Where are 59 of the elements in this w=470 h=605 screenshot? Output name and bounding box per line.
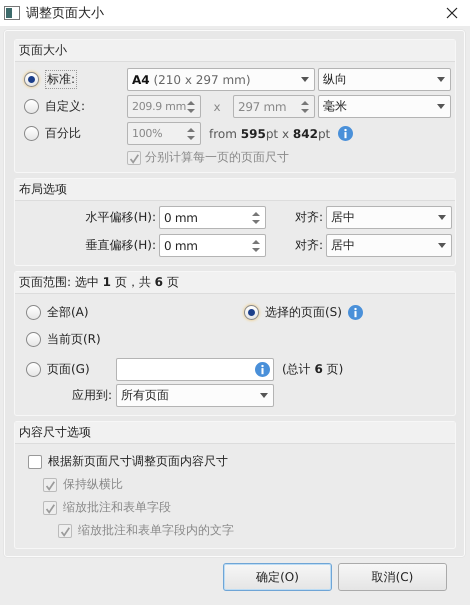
checkbox-label: 分别计算每一页的页面尺寸: [145, 149, 289, 166]
close-icon[interactable]: [446, 7, 458, 19]
radio-button[interactable]: [26, 362, 41, 377]
dropdown-caret-icon: [260, 393, 268, 398]
align-dropdown[interactable]: 居中: [326, 206, 452, 229]
section-header: 页面范围: 选中 1 页，共 6 页: [15, 272, 455, 294]
spin-arrows-icon: [252, 210, 260, 224]
checkbox[interactable]: [28, 454, 42, 468]
checkbox-label: 缩放批注和表单字段: [63, 499, 171, 516]
radio-label: 全部(A): [47, 304, 89, 321]
info-icon: [348, 305, 363, 320]
orientation-dropdown[interactable]: 纵向: [318, 68, 451, 91]
offset-label: 垂直偏移(H):: [84, 237, 156, 254]
dialog-button[interactable]: 确定(O): [223, 563, 332, 591]
radio-label: 自定义:: [45, 98, 86, 115]
apply-to-dropdown[interactable]: 所有页面: [116, 384, 274, 407]
radio-button[interactable]: [26, 332, 41, 347]
dialog-button[interactable]: 取消(C): [338, 563, 447, 591]
pages-input-field[interactable]: [116, 358, 274, 381]
radio-label: 选择的页面(S): [265, 304, 342, 321]
offset-spinbox[interactable]: 0 mm: [159, 234, 266, 257]
app-icon: [4, 6, 20, 20]
apply-to-label: 应用到:: [70, 387, 113, 404]
total-pages-text: (总计 6 页): [282, 361, 344, 378]
spin-arrows-icon: [187, 126, 195, 140]
source-size-text: from 595pt x 842pt: [209, 126, 330, 140]
dropdown-caret-icon: [437, 104, 445, 109]
checkbox-label: 缩放批注和表单字段内的文字: [78, 522, 234, 539]
radio-button[interactable]: [24, 99, 39, 114]
spin-arrows-icon: [187, 100, 195, 114]
radio-label: 百分比: [45, 125, 81, 142]
section-header: 布局选项: [15, 179, 455, 201]
window-title: 调整页面大小: [26, 5, 105, 22]
info-icon: [338, 126, 354, 141]
offset-spinbox[interactable]: 0 mm: [159, 206, 266, 229]
times-sign: x: [212, 100, 222, 114]
dropdown-caret-icon: [301, 77, 309, 82]
radio-label: 页面(G): [47, 361, 90, 378]
size-dropdown[interactable]: A4 (210 x 297 mm): [127, 68, 315, 91]
radio-label: 当前页(R): [47, 331, 101, 348]
offset-label: 水平偏移(H):: [84, 209, 156, 226]
radio-button[interactable]: [24, 126, 39, 141]
align-label: 对齐:: [294, 209, 323, 226]
section-header: 页面大小: [15, 40, 455, 62]
radio-button[interactable]: [24, 72, 39, 87]
radio-button[interactable]: [26, 305, 41, 320]
radio-button[interactable]: [244, 305, 259, 320]
align-label: 对齐:: [294, 237, 323, 254]
spin-arrows-icon: [252, 238, 260, 252]
dropdown-caret-icon: [437, 77, 445, 82]
radio-label: 标准:: [45, 70, 78, 89]
dropdown-caret-icon: [438, 243, 446, 248]
checkbox-label: 根据新页面尺寸调整页面内容尺寸: [48, 453, 228, 470]
checkbox-label: 保持纵横比: [63, 476, 123, 493]
spin-arrows-icon: [301, 100, 309, 114]
dropdown-caret-icon: [438, 215, 446, 220]
info-icon: [255, 362, 270, 377]
align-dropdown[interactable]: 居中: [326, 234, 452, 257]
section-header: 内容尺寸选项: [15, 422, 455, 444]
